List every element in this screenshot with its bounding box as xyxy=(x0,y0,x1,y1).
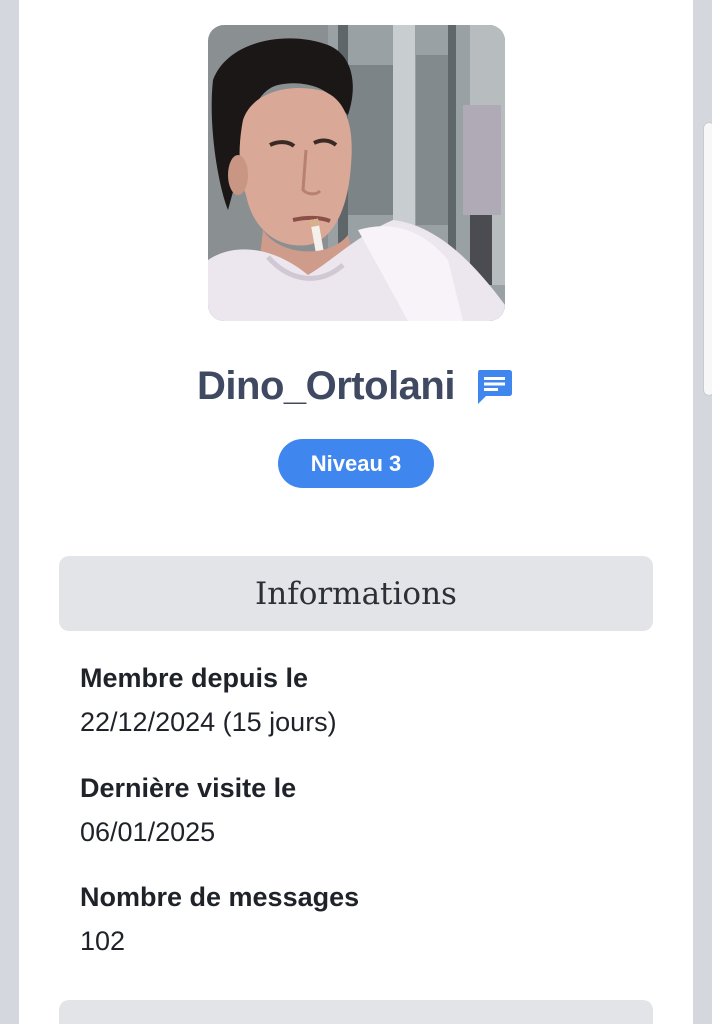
info-label: Nombre de messages xyxy=(80,882,360,912)
avatar-image xyxy=(208,25,505,321)
info-item-message-count: Nombre de messages 102 xyxy=(80,879,640,959)
scrollbar[interactable] xyxy=(703,122,712,396)
info-item-member-since: Membre depuis le 22/12/2024 (15 jours) xyxy=(80,660,640,740)
next-section-header xyxy=(59,1000,653,1024)
info-item-last-visit: Dernière visite le 06/01/2025 xyxy=(80,770,640,850)
username: Dino_Ortolani xyxy=(197,363,455,408)
info-label: Dernière visite le xyxy=(80,773,297,803)
info-value: 06/01/2025 xyxy=(80,817,216,847)
message-icon[interactable] xyxy=(473,365,515,407)
info-label: Membre depuis le xyxy=(80,663,309,693)
info-value: 102 xyxy=(80,926,126,956)
info-value: 22/12/2024 (15 jours) xyxy=(80,707,337,737)
level-badge: Niveau 3 xyxy=(278,439,434,488)
profile-card: Dino_Ortolani Niveau 3 Informations Memb… xyxy=(19,0,693,1024)
avatar[interactable] xyxy=(208,25,505,321)
username-row: Dino_Ortolani xyxy=(19,356,693,416)
section-header-informations: Informations xyxy=(59,556,653,631)
